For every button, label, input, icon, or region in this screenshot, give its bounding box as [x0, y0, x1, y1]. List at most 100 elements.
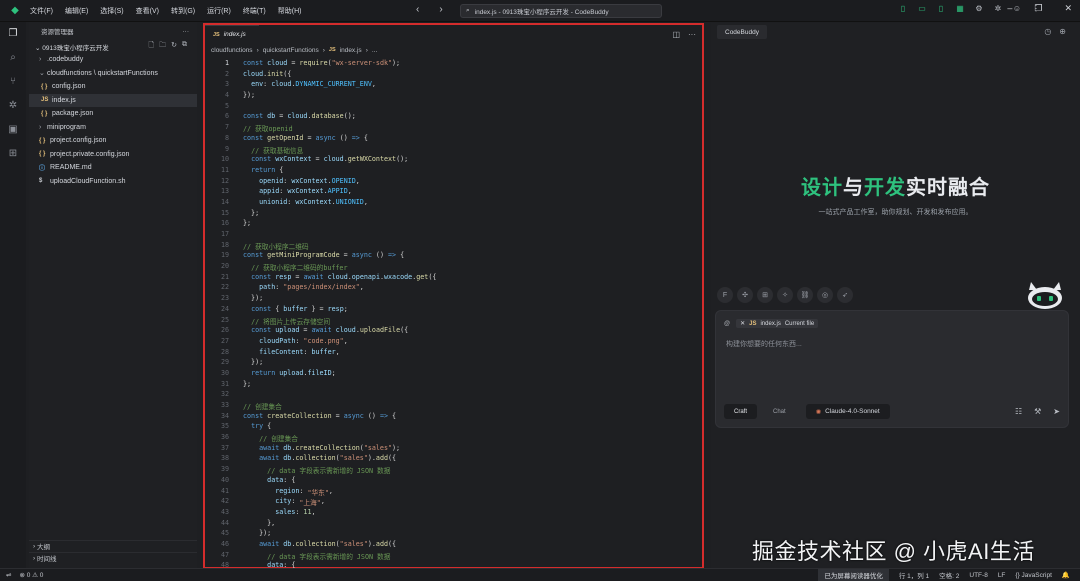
- timeline-section[interactable]: › 时间线: [29, 552, 197, 563]
- notifications-icon[interactable]: 🔔: [1062, 571, 1070, 579]
- language-mode[interactable]: {} JavaScript: [1015, 572, 1052, 579]
- code-token: {: [396, 251, 405, 260]
- editor-tab-index-js[interactable]: JS index.js: [205, 25, 259, 43]
- code-token: } =: [307, 304, 328, 313]
- toggle-secondary-sidebar-icon[interactable]: ▯: [936, 4, 946, 13]
- file-tree-item[interactable]: JS index.js: [29, 93, 197, 107]
- file-tree-item[interactable]: { } project.config.json: [29, 134, 197, 148]
- craft-mode-button[interactable]: Craft: [724, 404, 758, 419]
- cursor-position[interactable]: 行 1，列 1: [899, 570, 929, 580]
- maximize-icon[interactable]: ❐: [1034, 3, 1042, 14]
- breadcrumb-item[interactable]: index.js: [340, 47, 362, 54]
- breadcrumb-item[interactable]: quickstartFunctions: [263, 47, 319, 54]
- back-arrow-icon[interactable]: ‹: [416, 4, 419, 15]
- file-tree-item[interactable]: { } package.json: [29, 107, 197, 121]
- outline-section[interactable]: › 大纲: [29, 540, 197, 551]
- mention-icon[interactable]: @: [724, 321, 730, 327]
- new-chat-icon[interactable]: ⊕: [1059, 27, 1066, 36]
- file-tree-item[interactable]: › .codebuddy: [29, 53, 197, 67]
- magic-icon[interactable]: ✧: [777, 287, 793, 303]
- file-tree-item[interactable]: ⌄ cloudfunctions \ quickstartFunctions: [29, 67, 197, 81]
- menu-item[interactable]: 运行(R): [207, 6, 231, 16]
- file-tree-item[interactable]: › miniprogram: [29, 121, 197, 135]
- search-view-icon[interactable]: ⌕: [10, 52, 16, 63]
- close-icon[interactable]: ✕: [1064, 3, 1072, 14]
- toggle-sidebar-icon[interactable]: ▯: [898, 4, 908, 13]
- new-file-icon[interactable]: 🗋: [148, 41, 154, 52]
- rules-icon[interactable]: ☷: [1015, 407, 1022, 416]
- collapse-all-icon[interactable]: ⧉: [182, 41, 187, 52]
- run-debug-icon[interactable]: ✲: [9, 100, 17, 111]
- new-folder-icon[interactable]: 🗀: [159, 41, 166, 52]
- code-line: 16};: [205, 219, 702, 230]
- code-token: =: [303, 133, 316, 142]
- context-file-pill[interactable]: ✕ JS index.js Current file: [736, 319, 819, 328]
- minimize-icon[interactable]: –: [1007, 3, 1012, 14]
- code-token: :: [275, 283, 284, 292]
- breadcrumb-item[interactable]: cloudfunctions: [211, 47, 253, 54]
- code-token: // 获取基础信息: [251, 146, 304, 155]
- line-number: 21: [220, 272, 229, 281]
- command-search-box[interactable]: ⌕ index.js - 0913珠宝小程序云开发 - CodeBuddy: [460, 4, 662, 18]
- preview-icon[interactable]: ◎: [817, 287, 833, 303]
- tools-icon[interactable]: ⚒: [1034, 407, 1041, 416]
- layout-icon[interactable]: ▦: [955, 4, 965, 13]
- line-number: 43: [220, 507, 229, 516]
- file-tree-item[interactable]: { } config.json: [29, 80, 197, 94]
- file-tree-item[interactable]: ⓘ README.md: [29, 161, 197, 175]
- figma-icon[interactable]: F: [717, 287, 733, 303]
- code-token: :: [283, 176, 292, 185]
- code-line: 5: [205, 102, 702, 113]
- explorer-more-icon[interactable]: ···: [183, 28, 190, 35]
- refresh-icon[interactable]: ↻: [171, 41, 177, 52]
- problems-indicator[interactable]: ⊗ 0 ⚠ 0: [19, 571, 43, 579]
- menu-item[interactable]: 帮助(H): [278, 6, 302, 16]
- code-area[interactable]: 1 const cloud = require("wx-server-sdk");…: [205, 57, 702, 572]
- end-of-line[interactable]: LF: [998, 572, 1006, 579]
- line-number: 29: [220, 358, 229, 367]
- code-token: db: [283, 443, 292, 452]
- code-token: ;: [331, 368, 336, 377]
- menu-item[interactable]: 选择(S): [100, 6, 123, 16]
- screen-reader-status[interactable]: 已为屏幕阅读器优化: [818, 569, 889, 581]
- extensions-view-icon[interactable]: ⊞: [9, 148, 17, 159]
- send-icon[interactable]: ➤: [1053, 407, 1060, 416]
- encoding[interactable]: UTF-8: [969, 572, 987, 579]
- link-icon[interactable]: ⛓: [797, 287, 813, 303]
- remote-indicator-icon[interactable]: ⇌: [6, 571, 11, 579]
- source-control-icon[interactable]: ⑂: [10, 76, 16, 87]
- model-selector[interactable]: ✺ Claude-4.0-Sonnet: [805, 404, 890, 419]
- history-icon[interactable]: ◷: [1044, 27, 1051, 36]
- forward-arrow-icon[interactable]: ›: [439, 4, 442, 15]
- code-token: },: [243, 518, 276, 527]
- template-icon[interactable]: ⊞: [757, 287, 773, 303]
- menu-item[interactable]: 查看(V): [136, 6, 159, 16]
- settings-gear-icon[interactable]: ✲: [993, 4, 1003, 13]
- explorer-icon[interactable]: ❐: [9, 28, 18, 39]
- deploy-icon[interactable]: ➶: [837, 287, 853, 303]
- chat-mode-button[interactable]: Chat: [763, 404, 796, 419]
- menu-item[interactable]: 文件(F): [30, 6, 53, 16]
- chat-input-box[interactable]: @ ✕ JS index.js Current file 构建你想要的任何东西.…: [715, 310, 1069, 428]
- file-tree-item[interactable]: $ uploadCloudFunction.sh: [29, 175, 197, 189]
- chat-placeholder[interactable]: 构建你想要的任何东西...: [726, 339, 802, 349]
- breadcrumb-separator: ›: [322, 46, 325, 54]
- editor-more-icon[interactable]: ···: [688, 30, 696, 39]
- menu-item[interactable]: 终端(T): [243, 6, 266, 16]
- json-file-icon: { }: [41, 83, 48, 90]
- toggle-panel-icon[interactable]: ▭: [917, 4, 927, 13]
- split-editor-icon[interactable]: ◫: [672, 30, 680, 39]
- breadcrumb-item[interactable]: ...: [372, 47, 377, 54]
- code-token: cloud: [327, 272, 348, 281]
- codebuddy-tab[interactable]: CodeBuddy: [717, 25, 767, 39]
- project-root[interactable]: ⌄ 0913珠宝小程序云开发 🗋 🗀 ↻ ⧉: [29, 40, 197, 53]
- remove-context-icon[interactable]: ✕: [740, 320, 745, 327]
- remote-explorer-icon[interactable]: ▣: [8, 124, 17, 135]
- menu-item[interactable]: 编辑(E): [65, 6, 88, 16]
- component-icon[interactable]: ✣: [737, 287, 753, 303]
- indentation[interactable]: 空格: 2: [939, 570, 959, 580]
- line-number: 42: [220, 497, 229, 506]
- extensions-icon[interactable]: ⚙: [974, 4, 984, 13]
- menu-item[interactable]: 转到(G): [171, 6, 195, 16]
- file-tree-item[interactable]: { } project.private.config.json: [29, 148, 197, 162]
